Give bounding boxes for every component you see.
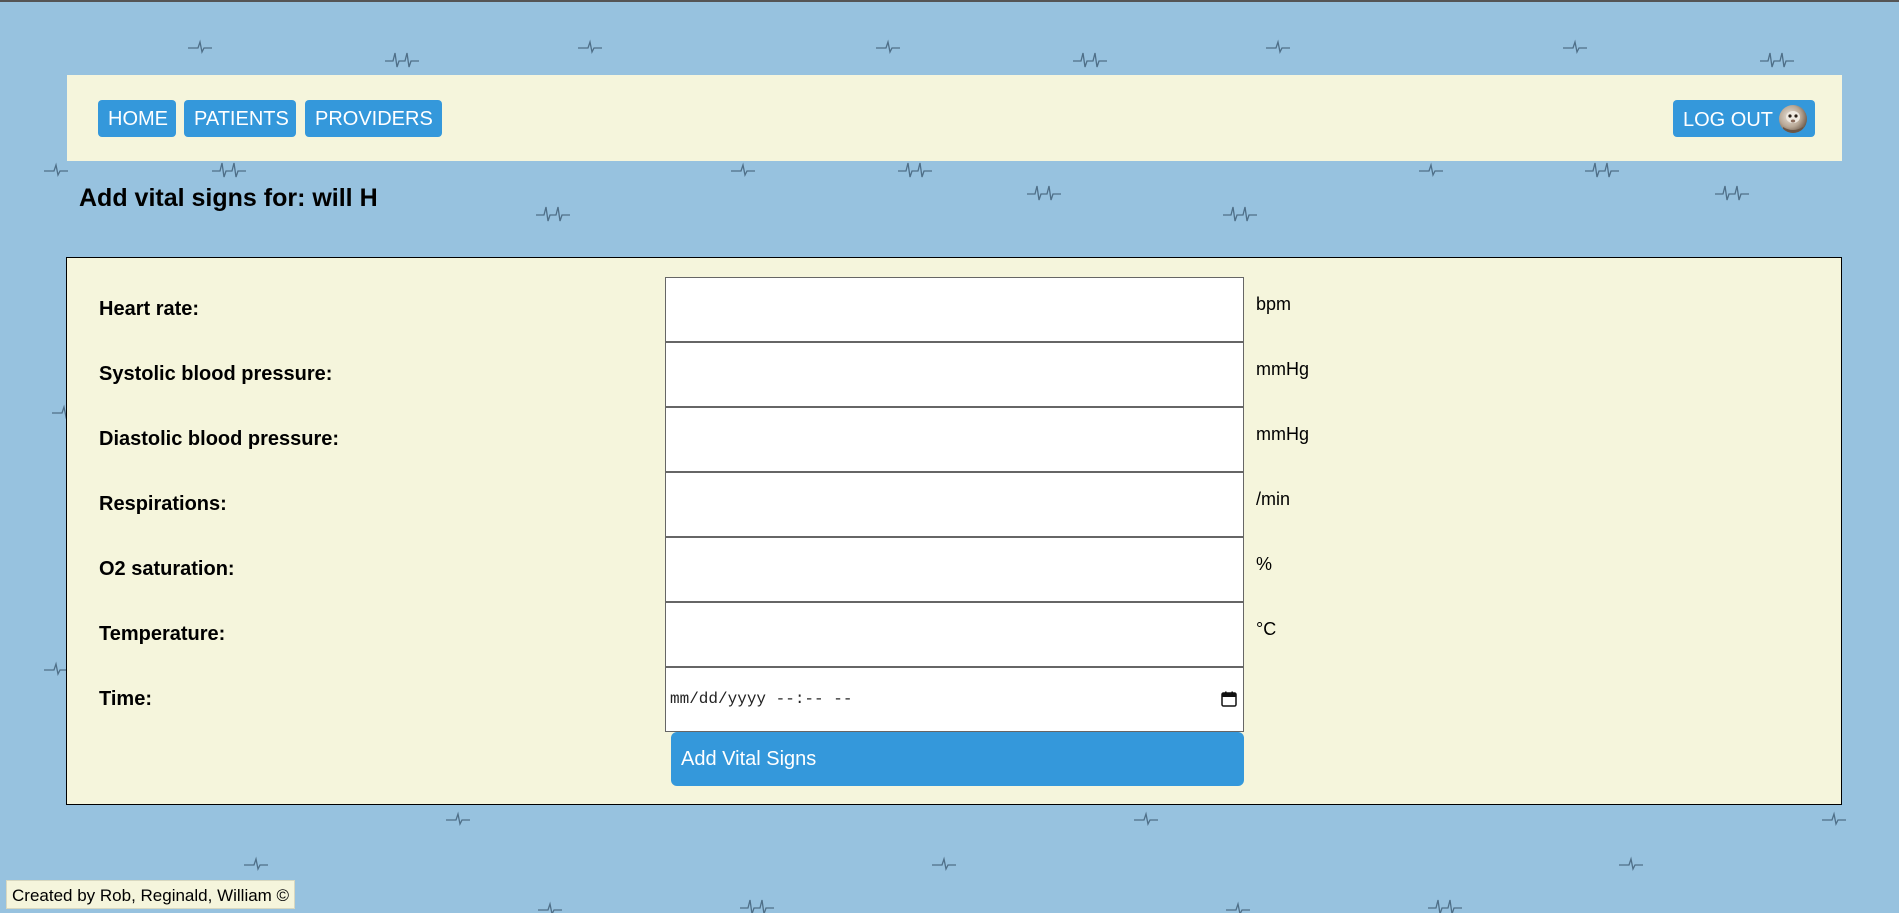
providers-button[interactable]: PROVIDERS <box>305 100 442 137</box>
respirations-input[interactable] <box>665 472 1244 537</box>
vital-signs-form: Heart rate: bpm Systolic blood pressure:… <box>66 257 1842 805</box>
avatar <box>1779 105 1808 133</box>
systolic-input[interactable] <box>665 342 1244 407</box>
heart-rate-input[interactable] <box>665 277 1244 342</box>
page-title: Add vital signs for: will H <box>79 184 378 212</box>
systolic-unit: mmHg <box>1256 359 1309 379</box>
patients-button[interactable]: PATIENTS <box>184 100 296 137</box>
time-row: Time: mm/dd/yyyy --:-- -- <box>67 667 1841 732</box>
calendar-icon[interactable] <box>1221 691 1237 707</box>
respirations-label: Respirations: <box>99 493 227 515</box>
add-vital-signs-button[interactable]: Add Vital Signs <box>671 732 1244 786</box>
footer-credits: Created by Rob, Reginald, William © <box>6 880 296 909</box>
respirations-unit: /min <box>1256 489 1291 509</box>
time-label: Time: <box>99 688 152 710</box>
o2-saturation-unit: % <box>1256 554 1273 574</box>
temperature-label: Temperature: <box>99 623 226 645</box>
diastolic-input[interactable] <box>665 407 1244 472</box>
diastolic-unit: mmHg <box>1256 424 1309 444</box>
time-placeholder: mm/dd/yyyy --:-- -- <box>670 690 853 708</box>
home-button[interactable]: HOME <box>98 100 176 137</box>
o2-saturation-input[interactable] <box>665 537 1244 602</box>
logout-label: LOG OUT <box>1683 109 1774 131</box>
respirations-row: Respirations: /min <box>67 472 1841 537</box>
top-navbar: HOME PATIENTS PROVIDERS LOG OUT <box>67 75 1842 161</box>
window-top-border <box>0 0 1899 2</box>
heart-rate-label: Heart rate: <box>99 298 200 320</box>
o2-saturation-label: O2 saturation: <box>99 558 235 580</box>
o2-saturation-row: O2 saturation: % <box>67 537 1841 602</box>
logout-button[interactable]: LOG OUT <box>1673 100 1815 137</box>
systolic-row: Systolic blood pressure: mmHg <box>67 342 1841 407</box>
time-input[interactable]: mm/dd/yyyy --:-- -- <box>665 667 1244 732</box>
temperature-unit: °C <box>1256 619 1277 639</box>
diastolic-label: Diastolic blood pressure: <box>99 428 340 450</box>
heart-rate-unit: bpm <box>1256 294 1292 314</box>
heart-rate-row: Heart rate: bpm <box>67 277 1841 342</box>
diastolic-row: Diastolic blood pressure: mmHg <box>67 407 1841 472</box>
temperature-input[interactable] <box>665 602 1244 667</box>
systolic-label: Systolic blood pressure: <box>99 363 333 385</box>
temperature-row: Temperature: °C <box>67 602 1841 667</box>
